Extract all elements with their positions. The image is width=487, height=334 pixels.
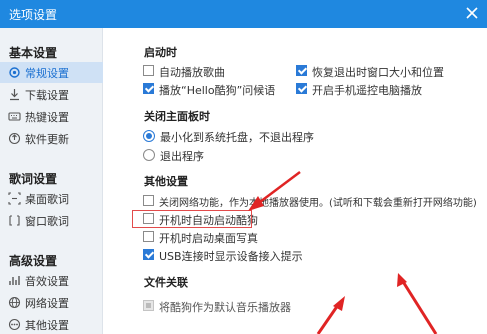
checkbox-label: 恢复退出时窗口大小和位置 [312, 66, 444, 79]
other-settings-icon [8, 318, 21, 331]
checkbox-box[interactable] [143, 83, 154, 94]
sidebar: 基本设置 常规设置 下载设置 热键设置 软件更新 歌词设置 桌面歌词 窗口歌词 … [0, 28, 103, 334]
download-icon [10, 89, 19, 101]
sidebar-item-label: 音效设置 [25, 275, 69, 288]
checkbox-label: 播放“Hello酷狗”问候语 [159, 84, 276, 97]
sidebar-item-update[interactable]: 软件更新 [0, 128, 103, 149]
checkbox-label: 开启手机遥控电脑播放 [312, 84, 422, 97]
desktop-lyrics-icon [8, 192, 21, 205]
sidebar-item-window-lyrics[interactable]: 窗口歌词 [0, 210, 103, 231]
checkbox-label: 关闭网络功能，作为本地播放器使用。(试听和下载会重新打开网络功能) [159, 198, 477, 209]
close-icon[interactable] [463, 4, 481, 22]
sidebar-item-sound-effect[interactable]: 音效设置 [0, 270, 103, 291]
sidebar-item-hotkey[interactable]: 热键设置 [0, 106, 103, 127]
checkbox-label: 将酷狗作为默认音乐播放器 [159, 301, 291, 314]
sidebar-item-download[interactable]: 下载设置 [0, 84, 103, 105]
sidebar-item-label: 桌面歌词 [25, 193, 69, 206]
sidebar-item-label: 窗口歌词 [25, 215, 69, 228]
checkbox-box[interactable] [143, 231, 154, 242]
sidebar-item-label: 软件更新 [25, 133, 69, 146]
sidebar-item-label: 下载设置 [25, 89, 69, 102]
radio-label: 最小化到系统托盘，不退出程序 [160, 131, 314, 144]
sidebar-group-basic: 基本设置 [9, 46, 58, 60]
section-title-other: 其他设置 [144, 175, 188, 188]
sidebar-item-label: 网络设置 [25, 297, 69, 310]
gear-icon [9, 67, 20, 78]
title-bar: 选项设置 [0, 0, 487, 28]
sidebar-item-other[interactable]: 其他设置 [0, 314, 103, 334]
window-lyrics-icon [9, 215, 20, 226]
section-title-file-assoc: 文件关联 [144, 276, 188, 289]
checkbox-box[interactable] [143, 249, 154, 260]
radio-dot[interactable] [143, 130, 155, 142]
sidebar-item-desktop-lyrics[interactable]: 桌面歌词 [0, 188, 103, 209]
sidebar-item-label: 热键设置 [25, 111, 69, 124]
sidebar-item-network[interactable]: 网络设置 [0, 292, 103, 313]
update-icon [8, 132, 21, 145]
radio-label: 退出程序 [160, 150, 204, 163]
sidebar-group-advanced: 高级设置 [9, 254, 58, 268]
settings-panel: 启动时 自动播放歌曲 恢复退出时窗口大小和位置 播放“Hello酷狗”问候语 开… [104, 28, 487, 334]
network-icon [8, 296, 21, 309]
sidebar-item-label: 其他设置 [25, 319, 69, 332]
checkbox-box[interactable] [143, 300, 154, 311]
sound-effect-icon [9, 276, 20, 285]
window-title: 选项设置 [9, 8, 58, 22]
checkbox-box[interactable] [296, 65, 307, 76]
sidebar-item-general[interactable]: 常规设置 [0, 62, 103, 83]
sidebar-group-lyrics: 歌词设置 [9, 172, 58, 186]
checkbox-label: 开机时启动桌面写真 [159, 232, 258, 245]
annotation-highlight-box [132, 210, 252, 228]
section-title-startup: 启动时 [144, 46, 177, 59]
sidebar-item-label: 常规设置 [25, 67, 69, 80]
section-title-close-panel: 关闭主面板时 [144, 110, 210, 123]
checkbox-box[interactable] [143, 65, 154, 76]
radio-dot[interactable] [143, 149, 155, 161]
checkbox-box[interactable] [296, 83, 307, 94]
checkbox-label: USB连接时显示设备接入提示 [159, 250, 303, 263]
keyboard-icon [8, 112, 21, 121]
checkbox-label: 自动播放歌曲 [159, 66, 225, 79]
checkbox-box[interactable] [143, 195, 154, 206]
